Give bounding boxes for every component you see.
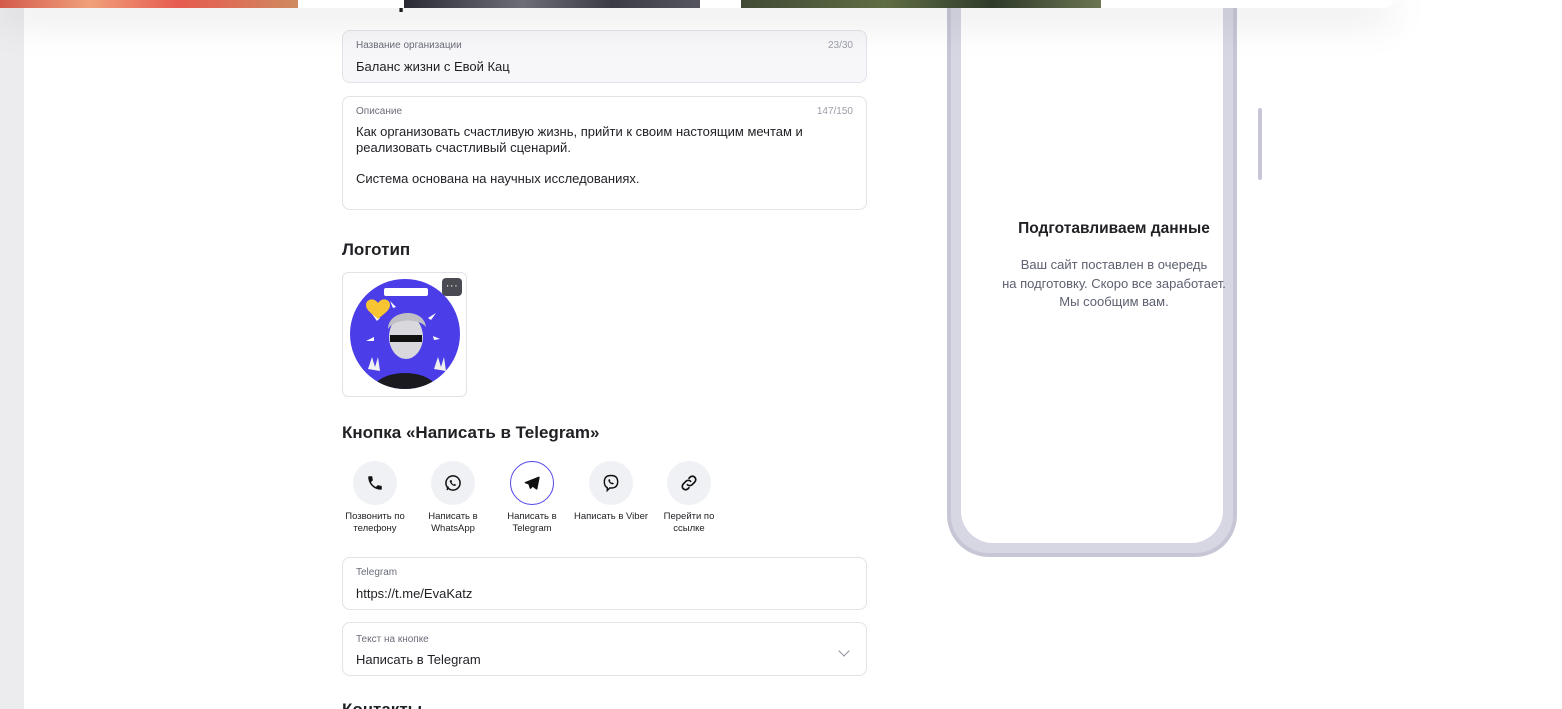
viber-icon xyxy=(589,461,633,505)
cta-option-phone[interactable]: Позвонить по телефону xyxy=(337,461,413,534)
contacts-section-title: Контакты xyxy=(342,700,422,709)
description-field[interactable]: Описание 147/150 Как организовать счастл… xyxy=(342,96,867,210)
link-icon xyxy=(667,461,711,505)
button-text-label: Текст на кнопке xyxy=(356,634,429,645)
telegram-field[interactable]: Telegram https://t.me/EvaKatz xyxy=(342,557,867,610)
logo-more-button[interactable]: ··· xyxy=(442,278,462,296)
description-counter: 147/150 xyxy=(816,106,853,117)
top-overlay-panel xyxy=(0,0,1393,8)
button-text-value: Написать в Telegram xyxy=(356,652,481,667)
telegram-icon xyxy=(510,461,554,505)
logo-card[interactable]: ··· xyxy=(342,272,467,397)
cta-option-telegram[interactable]: Написать в Telegram xyxy=(494,461,570,534)
telegram-label: Telegram xyxy=(356,567,398,578)
description-label: Описание xyxy=(356,106,403,117)
cta-section-title: Кнопка «Написать в Telegram» xyxy=(342,423,600,442)
cta-option-label: Написать в Telegram xyxy=(507,511,557,534)
org-name-label: Название организации xyxy=(356,40,462,51)
cta-option-label: Написать в Viber xyxy=(573,511,649,522)
cta-option-label: Позвонить по телефону xyxy=(345,511,405,534)
phone-side-button xyxy=(1258,108,1262,180)
overlay-image-3[interactable] xyxy=(741,0,1101,8)
description-value[interactable]: Как организовать счастливую жизнь, прийт… xyxy=(356,124,822,186)
org-name-value[interactable]: Баланс жизни с Евой Кац xyxy=(356,59,826,75)
logo-section-title: Логотип xyxy=(342,240,411,259)
phone-icon xyxy=(353,461,397,505)
org-name-counter: 23/30 xyxy=(827,40,853,51)
preview-status-title: Подготавливаем данные xyxy=(1018,220,1210,237)
cta-option-label: Написать в WhatsApp xyxy=(428,511,478,534)
cta-option-link[interactable]: Перейти по ссылке xyxy=(651,461,727,534)
button-text-select[interactable]: Текст на кнопке Написать в Telegram xyxy=(342,622,867,676)
overlay-image-1[interactable] xyxy=(0,0,298,8)
cta-option-viber[interactable]: Написать в Viber xyxy=(573,461,649,523)
chevron-down-icon[interactable] xyxy=(838,645,850,657)
cta-option-label: Перейти по ссылке xyxy=(663,511,715,534)
org-name-field[interactable]: Название организации 23/30 Баланс жизни … xyxy=(342,30,867,83)
whatsapp-icon xyxy=(431,461,475,505)
telegram-value[interactable]: https://t.me/EvaKatz xyxy=(356,586,826,602)
overlay-image-2[interactable] xyxy=(404,0,700,8)
cta-option-whatsapp[interactable]: Написать в WhatsApp xyxy=(415,461,491,534)
preview-status-message: Ваш сайт поставлен в очередь на подготов… xyxy=(1002,257,1226,309)
